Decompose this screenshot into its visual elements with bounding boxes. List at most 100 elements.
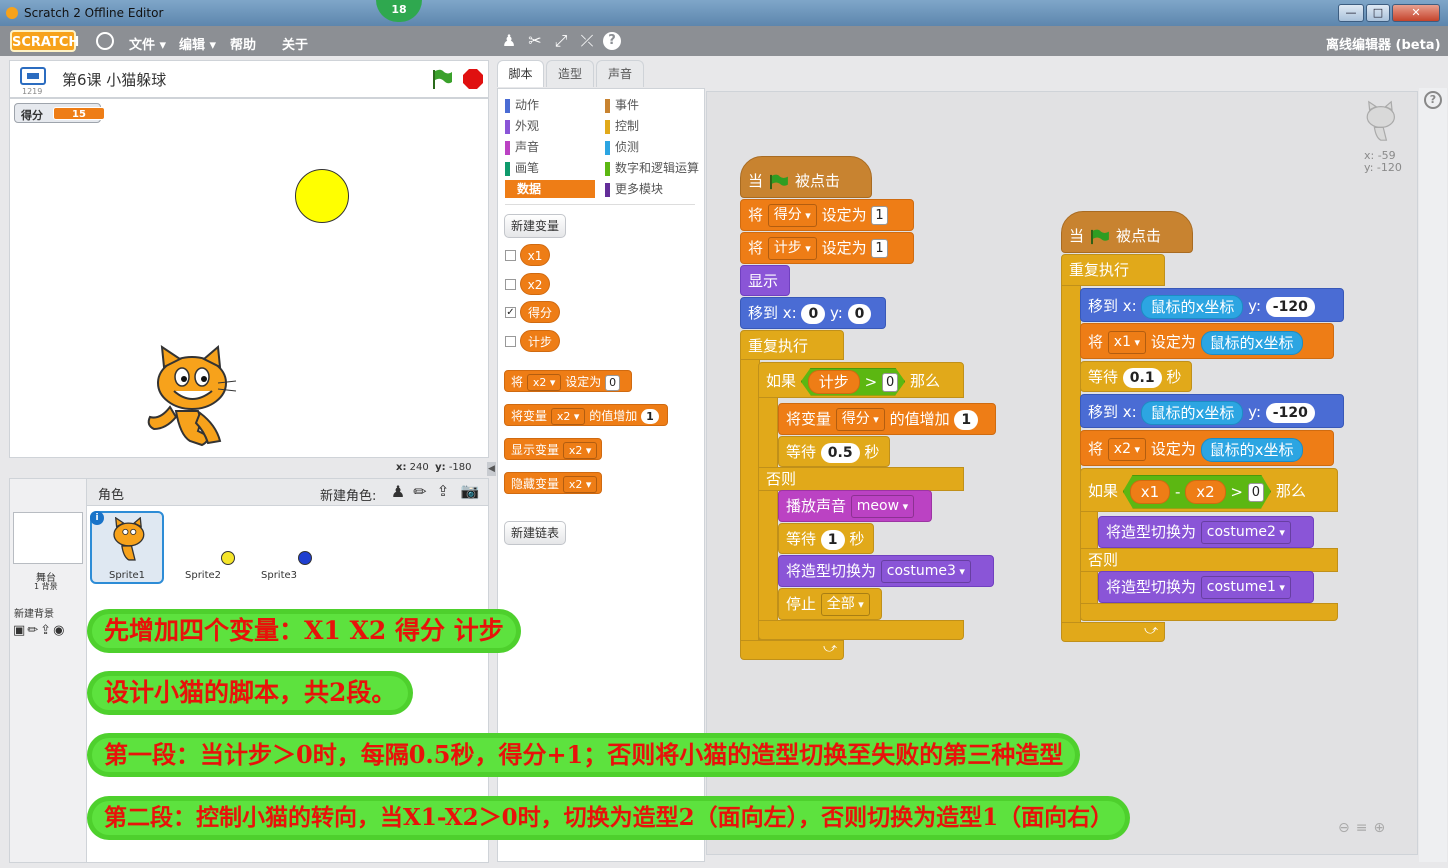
stop-block[interactable]: 停止 全部 — [778, 588, 882, 620]
variable-monitor-score[interactable]: 得分 15 — [14, 103, 105, 123]
variable-x1[interactable]: x1 — [520, 244, 550, 266]
restore-button[interactable]: □ — [1366, 4, 1390, 22]
variable-score[interactable]: 得分 — [520, 301, 560, 323]
palette-block-hide-variable[interactable]: 隐藏变量 x2 — [504, 472, 602, 494]
value-slot[interactable]: 0 — [1248, 483, 1264, 502]
goto-xy-block[interactable]: 移到 x: 0 y: 0 — [740, 297, 886, 329]
cut-icon[interactable]: ✂ — [525, 31, 545, 51]
set-steps-block[interactable]: 将 计步 设定为 1 — [740, 232, 914, 264]
dropdown[interactable]: x2 — [1107, 438, 1147, 461]
sprite-thumb-sprite1[interactable]: i Sprite1 — [90, 511, 164, 584]
variable-x2[interactable]: x2 — [520, 273, 550, 295]
set-score-block[interactable]: 将 得分 设定为 1 — [740, 199, 914, 231]
dropdown[interactable]: 计步 — [767, 237, 817, 260]
dropdown[interactable]: 全部 — [820, 593, 870, 616]
palette-category-left-0[interactable]: 动作 — [505, 96, 539, 114]
menu-file[interactable]: 文件 ▾ — [129, 34, 166, 53]
dropdown[interactable]: x2 — [562, 442, 598, 459]
dropdown[interactable]: x2 — [550, 408, 586, 425]
value-slot[interactable]: 1 — [871, 239, 888, 258]
close-button[interactable]: ✕ — [1392, 4, 1440, 22]
palette-block-set[interactable]: 将 x2 设定为 0 — [504, 370, 632, 392]
change-score-block[interactable]: 将变量 得分 的值增加 1 — [778, 403, 996, 435]
value-slot[interactable]: 1 — [954, 409, 979, 430]
value-slot[interactable]: 0.1 — [1122, 367, 1162, 388]
stage-thumbnail[interactable] — [13, 512, 83, 564]
set-x2-block[interactable]: 将 x2 设定为 鼠标的x坐标 — [1080, 430, 1334, 466]
palette-category-right-0[interactable]: 事件 — [605, 96, 639, 114]
value-slot[interactable]: -120 — [1265, 402, 1315, 423]
help-tips-icon[interactable]: ? — [1424, 91, 1442, 109]
menu-edit[interactable]: 编辑 ▾ — [179, 34, 216, 53]
yellow-ball-sprite[interactable] — [295, 169, 349, 223]
variable-x2-reporter[interactable]: x2 — [1185, 480, 1225, 504]
dropdown[interactable]: 得分 — [835, 408, 885, 431]
sprite-library-icon[interactable]: ♟ — [388, 482, 408, 502]
new-variable-button[interactable]: 新建变量 — [504, 214, 567, 238]
new-list-button[interactable]: 新建链表 — [504, 521, 567, 545]
dropdown[interactable]: x2 — [526, 374, 562, 391]
when-flag-clicked-block[interactable]: 当被点击 — [740, 156, 872, 198]
zoom-controls-icon[interactable]: ⊖≡⊕ — [1338, 820, 1402, 842]
forever-block[interactable]: 重复执行 — [740, 330, 844, 360]
value-slot[interactable]: 0 — [882, 373, 898, 392]
wait-block[interactable]: 等待 1 秒 — [778, 523, 874, 554]
variable-x1-reporter[interactable]: x1 — [1130, 480, 1170, 504]
tab-sounds[interactable]: 声音 — [596, 60, 644, 87]
dropdown[interactable]: costume2 — [1200, 521, 1291, 544]
mouse-x-reporter[interactable]: 鼠标的x坐标 — [1200, 437, 1303, 462]
stage-canvas[interactable] — [9, 98, 489, 458]
project-title[interactable]: 第6课 小猫躲球 — [62, 69, 166, 90]
palette-category-left-3[interactable]: 画笔 — [505, 159, 539, 177]
value-slot[interactable]: 0 — [847, 303, 872, 324]
dropdown[interactable]: meow — [850, 495, 915, 518]
camera-icon[interactable]: 📷 — [459, 482, 481, 502]
cat-sprite[interactable] — [140, 344, 240, 450]
minimize-button[interactable]: — — [1338, 4, 1364, 22]
checkbox-x1[interactable] — [505, 250, 516, 261]
sprite3-thumb-icon[interactable] — [298, 551, 312, 565]
upload-icon[interactable]: ⇪ — [433, 482, 453, 502]
switch-costume-block[interactable]: 将造型切换为 costume1 — [1098, 571, 1314, 603]
switch-costume-block[interactable]: 将造型切换为 costume3 — [778, 555, 994, 587]
variable-steps-reporter[interactable]: 计步 — [808, 370, 860, 394]
goto-xy-block[interactable]: 移到 x: 鼠标的x坐标 y: -120 — [1080, 288, 1344, 322]
palette-category-left-4[interactable]: 数据 — [505, 180, 595, 198]
checkbox-x2[interactable] — [505, 279, 516, 290]
dropdown[interactable]: costume1 — [1200, 576, 1291, 599]
tab-costumes[interactable]: 造型 — [546, 60, 594, 87]
menu-help[interactable]: 帮助 — [230, 34, 256, 53]
dropdown[interactable]: 得分 — [767, 204, 817, 227]
wait-block[interactable]: 等待 0.1 秒 — [1080, 361, 1192, 392]
show-block[interactable]: 显示 — [740, 265, 790, 296]
value-slot[interactable]: 1 — [820, 529, 845, 550]
greater-than-operator[interactable]: x1 - x2 > 0 — [1123, 475, 1271, 509]
palette-category-left-2[interactable]: 声音 — [505, 138, 539, 156]
stop-icon[interactable] — [462, 68, 484, 90]
wait-block[interactable]: 等待 0.5 秒 — [778, 436, 890, 467]
value-slot[interactable]: 0 — [605, 374, 621, 391]
shrink-icon[interactable]: ⤫ — [577, 31, 597, 51]
variable-steps[interactable]: 计步 — [520, 330, 560, 352]
goto-xy-block[interactable]: 移到 x: 鼠标的x坐标 y: -120 — [1080, 394, 1344, 428]
checkbox-steps[interactable] — [505, 336, 516, 347]
palette-category-left-1[interactable]: 外观 — [505, 117, 539, 135]
new-backdrop-icons[interactable]: ▣✏⇪◉ — [13, 623, 83, 638]
collapse-arrow-icon[interactable]: ◀ — [487, 462, 496, 476]
palette-category-right-4[interactable]: 更多模块 — [605, 180, 663, 198]
dropdown[interactable]: x1 — [1107, 331, 1147, 354]
mouse-x-reporter[interactable]: 鼠标的x坐标 — [1141, 400, 1244, 425]
play-sound-block[interactable]: 播放声音 meow — [778, 490, 932, 522]
mouse-x-reporter[interactable]: 鼠标的x坐标 — [1200, 330, 1303, 355]
forever-block[interactable]: 重复执行 — [1061, 254, 1165, 286]
value-slot[interactable]: 0.5 — [820, 442, 860, 463]
fullscreen-icon[interactable] — [20, 67, 46, 85]
greater-than-operator[interactable]: 计步 > 0 — [801, 368, 905, 396]
paint-brush-icon[interactable]: ✏ — [410, 482, 430, 502]
mouse-x-reporter[interactable]: 鼠标的x坐标 — [1141, 294, 1244, 319]
palette-block-change[interactable]: 将变量 x2 的值增加 1 — [504, 404, 668, 426]
palette-category-right-3[interactable]: 数字和逻辑运算 — [605, 159, 699, 177]
palette-category-right-2[interactable]: 侦测 — [605, 138, 639, 156]
grow-icon[interactable]: ⤢ — [551, 31, 571, 51]
dropdown[interactable]: x2 — [562, 476, 598, 493]
